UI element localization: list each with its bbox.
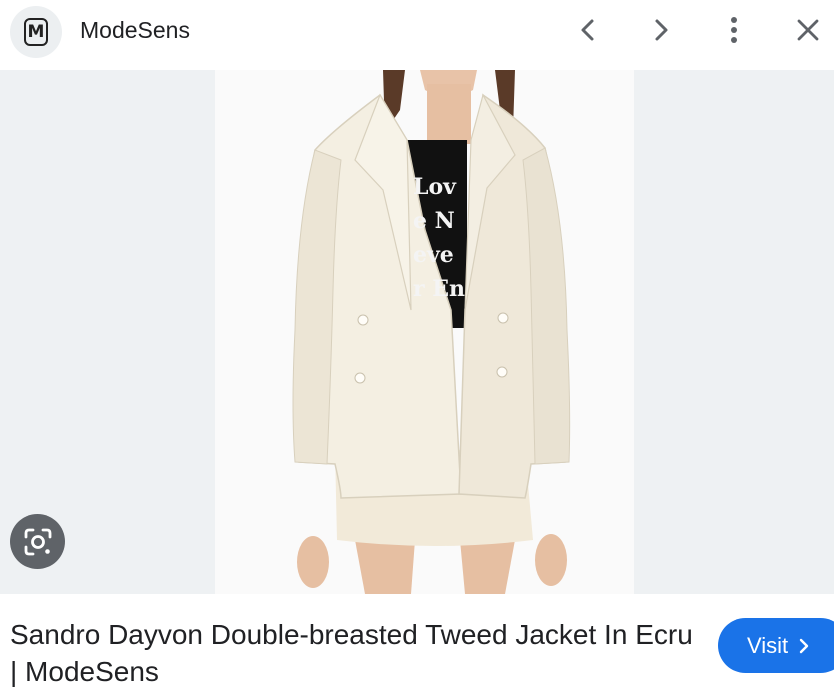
more-options-button[interactable] [712,10,756,50]
lens-search-button[interactable] [10,514,65,569]
header-bar: M ModeSens [0,0,834,70]
visit-chevron-right-icon [798,638,810,654]
modesens-logo-icon: M [24,18,48,46]
close-icon [797,19,819,41]
site-logo[interactable]: M [10,6,62,58]
close-button[interactable] [786,10,830,50]
visit-label: Visit [747,632,789,658]
more-vert-icon [731,17,737,43]
visit-button[interactable]: Visit [718,618,834,673]
chevron-left-icon [581,19,594,41]
previous-button[interactable] [566,10,610,50]
image-viewer: Love Never Ends [0,70,834,594]
site-name[interactable]: ModeSens [80,17,190,44]
jacket-illustration [292,70,571,594]
next-button[interactable] [639,10,683,50]
result-title[interactable]: Sandro Dayvon Double-breasted Tweed Jack… [10,616,700,690]
product-image[interactable]: Love Never Ends [215,70,634,594]
shirt-graphic-text: Love Never Ends [413,174,465,302]
logo-letter: M [27,21,45,42]
google-lens-icon [24,528,51,555]
right-side-panel [634,70,834,594]
chevron-right-icon [655,19,668,41]
